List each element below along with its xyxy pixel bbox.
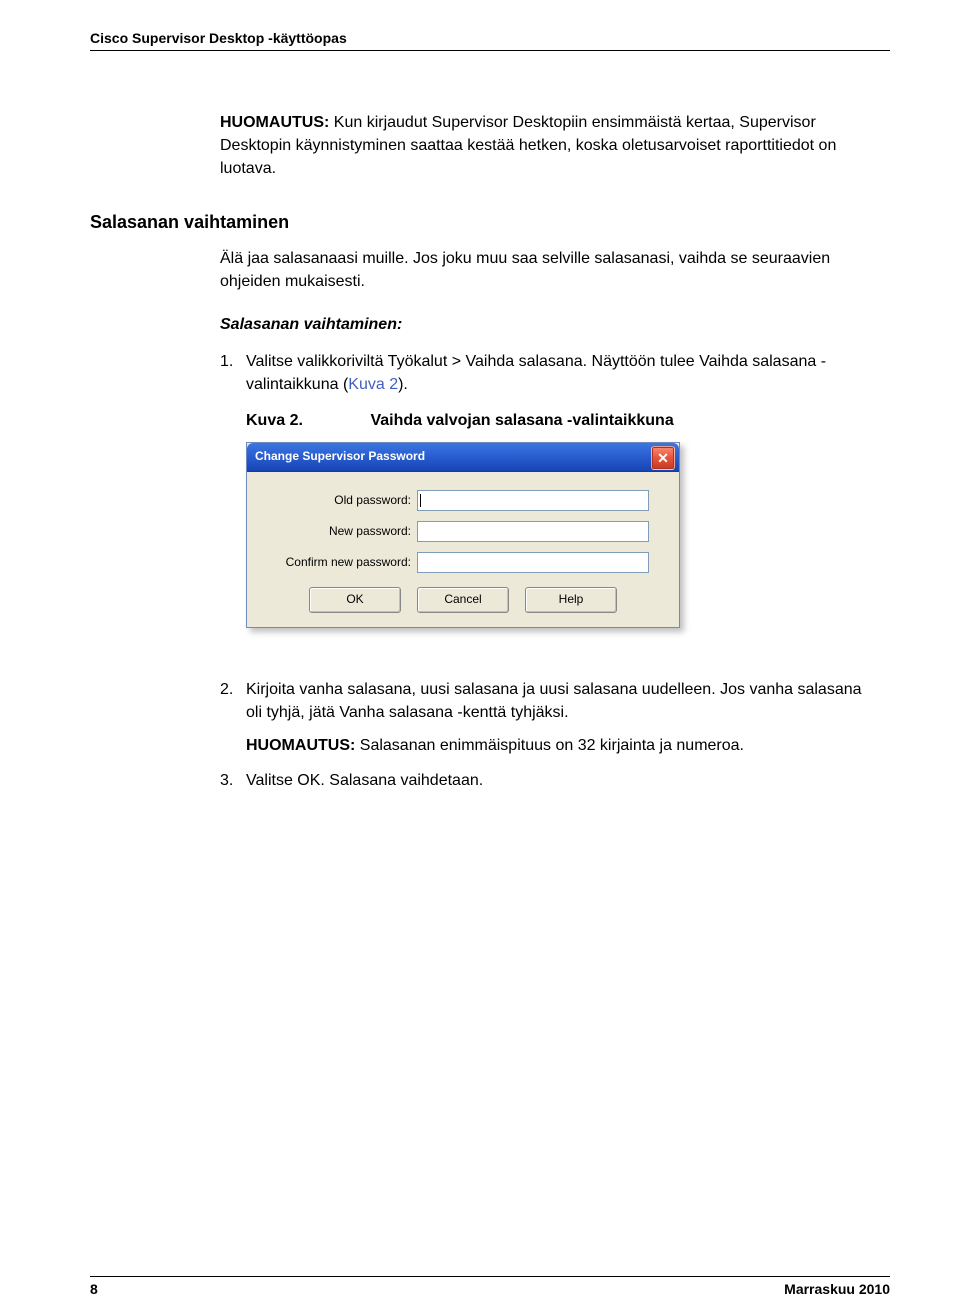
section-heading-password-change: Salasanan vaihtaminen: [90, 209, 880, 235]
step2-note-text: Salasanan enimmäispituus on 32 kirjainta…: [360, 737, 744, 754]
startup-note: HUOMAUTUS: Kun kirjaudut Supervisor Desk…: [220, 111, 880, 181]
step-text: Kirjoita vanha salasana, uusi salasana j…: [246, 678, 880, 758]
confirm-password-input[interactable]: [417, 552, 649, 573]
figure-caption: Kuva 2. Vaihda valvojan salasana -valint…: [246, 409, 880, 432]
new-password-input[interactable]: [417, 521, 649, 542]
cancel-button[interactable]: Cancel: [417, 587, 509, 613]
page-header-title: Cisco Supervisor Desktop -käyttöopas: [90, 30, 890, 51]
old-password-label: Old password:: [263, 492, 417, 509]
dialog-title-bar: Change Supervisor Password ✕: [247, 443, 679, 472]
page-number: 8: [90, 1281, 98, 1297]
confirm-password-label: Confirm new password:: [263, 554, 417, 571]
figure-caption-text: Vaihda valvojan salasana -valintaikkuna: [370, 412, 673, 429]
step1-text-a: Valitse valikkoriviltä Työkalut > Vaihda…: [246, 353, 826, 393]
note-label: HUOMAUTUS:: [220, 114, 329, 131]
old-password-input[interactable]: [417, 490, 649, 511]
page-footer: 8 Marraskuu 2010: [90, 1276, 890, 1297]
step-text: Valitse valikkoriviltä Työkalut > Vaihda…: [246, 350, 880, 396]
step-number: 1.: [220, 350, 246, 396]
ok-button[interactable]: OK: [309, 587, 401, 613]
step1-text-b: ).: [398, 376, 408, 393]
step-3: 3. Valitse OK. Salasana vaihdetaan.: [220, 769, 880, 792]
step-1: 1. Valitse valikkoriviltä Työkalut > Vai…: [220, 350, 880, 396]
step-number: 2.: [220, 678, 246, 758]
dialog-title-text: Change Supervisor Password: [255, 448, 425, 465]
figure-reference-link[interactable]: Kuva 2: [348, 376, 398, 393]
close-icon[interactable]: ✕: [651, 446, 675, 470]
new-password-label: New password:: [263, 523, 417, 540]
note-label: HUOMAUTUS:: [246, 737, 355, 754]
step2-text: Kirjoita vanha salasana, uusi salasana j…: [246, 678, 880, 724]
figure-image: Change Supervisor Password ✕ Old passwor…: [246, 442, 880, 628]
step-text: Valitse OK. Salasana vaihdetaan.: [246, 769, 880, 792]
figure-label: Kuva 2.: [246, 409, 366, 432]
step-2: 2. Kirjoita vanha salasana, uusi salasan…: [220, 678, 880, 758]
change-password-dialog: Change Supervisor Password ✕ Old passwor…: [246, 442, 680, 628]
section-intro: Älä jaa salasanaasi muille. Jos joku muu…: [220, 247, 880, 293]
procedure-heading: Salasanan vaihtaminen:: [220, 313, 880, 336]
footer-date: Marraskuu 2010: [784, 1281, 890, 1297]
help-button[interactable]: Help: [525, 587, 617, 613]
step-number: 3.: [220, 769, 246, 792]
